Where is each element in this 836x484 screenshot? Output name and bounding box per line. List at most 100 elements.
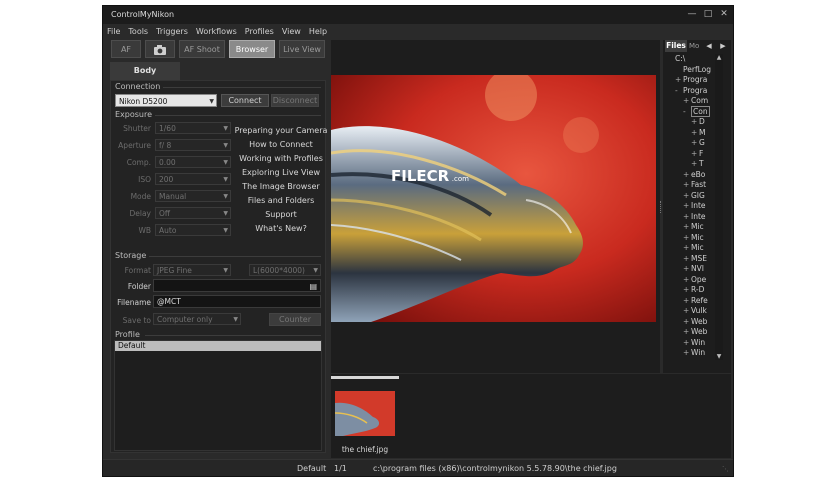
expand-icon[interactable]: + xyxy=(683,180,691,190)
browser-button[interactable]: Browser xyxy=(229,40,275,58)
tree-item[interactable]: + Refe xyxy=(683,296,708,306)
tree-item[interactable]: + Web xyxy=(683,327,707,337)
expand-icon[interactable]: + xyxy=(675,75,683,85)
menu-help[interactable]: Help xyxy=(305,24,331,39)
tree-item[interactable]: + Inte xyxy=(683,212,706,222)
tree-item[interactable]: + Mic xyxy=(683,222,704,232)
mode-select[interactable]: Manual ▼ xyxy=(155,190,231,202)
expand-icon[interactable]: + xyxy=(683,233,691,243)
expand-icon[interactable]: + xyxy=(691,128,699,138)
camera-button[interactable] xyxy=(145,40,175,58)
aperture-select[interactable]: f/ 8 ▼ xyxy=(155,139,231,151)
expand-icon[interactable]: + xyxy=(683,327,691,337)
shutter-select[interactable]: 1/60 ▼ xyxy=(155,122,231,134)
delay-select[interactable]: Off ▼ xyxy=(155,207,231,219)
tree-item[interactable]: + Ope xyxy=(683,275,706,285)
disconnect-button[interactable]: Disconnect xyxy=(271,94,319,107)
tab-mo[interactable]: Mo xyxy=(689,40,701,52)
thumbnail-item[interactable] xyxy=(334,391,395,436)
main-photo[interactable]: FILECR .com xyxy=(331,75,656,322)
af-button[interactable]: AF xyxy=(111,40,141,58)
filename-input[interactable]: @MCT xyxy=(153,295,321,308)
menu-tools[interactable]: Tools xyxy=(124,24,152,39)
link-image-browser[interactable]: The Image Browser xyxy=(233,182,329,191)
expand-icon[interactable]: + xyxy=(683,348,691,358)
connect-button[interactable]: Connect xyxy=(221,94,269,107)
tree-item[interactable]: + F xyxy=(691,149,703,159)
resize-grip-icon[interactable]: ⋱ xyxy=(722,465,729,473)
tree-item[interactable]: + Mic xyxy=(683,243,704,253)
scroll-down-icon[interactable]: ▼ xyxy=(715,353,723,360)
image-size-select[interactable]: L(6000*4000) ▼ xyxy=(249,264,321,276)
tree-scrollbar[interactable]: ▲ ▼ xyxy=(715,54,723,360)
menu-view[interactable]: View xyxy=(278,24,305,39)
tree-item[interactable]: + D xyxy=(691,117,705,127)
tree-item[interactable]: - Con xyxy=(683,105,710,117)
tab-prev-icon[interactable]: ◀ xyxy=(703,40,715,52)
af-shoot-button[interactable]: AF Shoot xyxy=(179,40,225,58)
expand-icon[interactable]: + xyxy=(683,254,691,264)
link-preparing-camera[interactable]: Preparing your Camera xyxy=(233,126,329,135)
link-how-to-connect[interactable]: How to Connect xyxy=(233,140,329,149)
tree-item[interactable]: + Vulk xyxy=(683,306,707,316)
expand-icon[interactable]: + xyxy=(683,296,691,306)
tree-item[interactable]: + T xyxy=(691,159,704,169)
expand-icon[interactable]: + xyxy=(683,201,691,211)
tree-item[interactable]: + Win xyxy=(683,348,705,358)
tree-item[interactable]: + R-D xyxy=(683,285,704,295)
close-icon[interactable]: ✕ xyxy=(717,9,731,20)
save-to-select[interactable]: Computer only ▼ xyxy=(153,313,241,325)
tree-item[interactable]: + M xyxy=(691,128,705,138)
expand-icon[interactable]: + xyxy=(683,338,691,348)
tree-item[interactable]: + GIG xyxy=(683,191,705,201)
tree-item[interactable]: C:\ xyxy=(667,54,685,64)
collapse-icon[interactable]: - xyxy=(675,86,683,96)
menu-profiles[interactable]: Profiles xyxy=(241,24,278,39)
tree-item[interactable]: + Mic xyxy=(683,233,704,243)
expand-icon[interactable]: + xyxy=(691,149,699,159)
menu-file[interactable]: File xyxy=(103,24,124,39)
tree-item[interactable]: - Progra xyxy=(675,86,707,96)
expand-icon[interactable]: + xyxy=(683,264,691,274)
live-view-button[interactable]: Live View xyxy=(279,40,325,58)
thumbnail-strip-scrollbar[interactable] xyxy=(331,376,399,379)
expand-icon[interactable]: + xyxy=(683,306,691,316)
tab-files[interactable]: Files xyxy=(665,40,687,52)
camera-select[interactable]: Nikon D5200 ▼ xyxy=(115,94,217,107)
tab-next-icon[interactable]: ▶ xyxy=(717,40,729,52)
expand-icon[interactable]: + xyxy=(683,212,691,222)
maximize-icon[interactable]: □ xyxy=(701,9,715,20)
link-support[interactable]: Support xyxy=(233,210,329,219)
menu-triggers[interactable]: Triggers xyxy=(152,24,192,39)
tree-item[interactable]: + eBo xyxy=(683,170,705,180)
expand-icon[interactable]: + xyxy=(683,275,691,285)
collapse-icon[interactable]: - xyxy=(683,107,691,117)
tree-item[interactable]: + MSE xyxy=(683,254,707,264)
menu-workflows[interactable]: Workflows xyxy=(192,24,241,39)
tree-item[interactable]: + Com xyxy=(683,96,708,106)
link-files-folders[interactable]: Files and Folders xyxy=(233,196,329,205)
expand-icon[interactable]: + xyxy=(683,96,691,106)
expand-icon[interactable]: + xyxy=(683,191,691,201)
link-exploring-live-view[interactable]: Exploring Live View xyxy=(233,168,329,177)
counter-button[interactable]: Counter xyxy=(269,313,321,326)
expand-icon[interactable]: + xyxy=(683,170,691,180)
tree-item[interactable]: + Progra xyxy=(675,75,707,85)
comp-select[interactable]: 0.00 ▼ xyxy=(155,156,231,168)
format-select[interactable]: JPEG Fine ▼ xyxy=(153,264,231,276)
iso-select[interactable]: 200 ▼ xyxy=(155,173,231,185)
link-working-profiles[interactable]: Working with Profiles xyxy=(233,154,329,163)
expand-icon[interactable]: + xyxy=(683,317,691,327)
folder-input[interactable]: ▤ xyxy=(153,279,321,292)
tree-item[interactable]: PerfLog xyxy=(675,65,711,75)
tree-item[interactable]: + Inte xyxy=(683,201,706,211)
expand-icon[interactable]: + xyxy=(691,117,699,127)
tree-item[interactable]: + NVI xyxy=(683,264,704,274)
tab-body[interactable]: Body xyxy=(110,62,180,80)
profile-item-default[interactable]: Default xyxy=(115,341,321,351)
scroll-up-icon[interactable]: ▲ xyxy=(715,54,723,61)
link-whats-new[interactable]: What's New? xyxy=(233,224,329,233)
tree-item[interactable]: + G xyxy=(691,138,705,148)
tree-item[interactable]: + Win xyxy=(683,338,705,348)
tree-item[interactable]: + Web xyxy=(683,317,707,327)
